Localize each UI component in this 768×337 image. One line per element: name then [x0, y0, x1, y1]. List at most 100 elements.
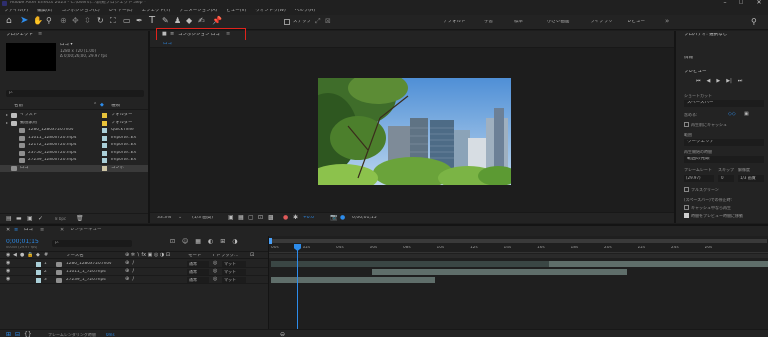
menu-item-view[interactable]: ビュー(V) — [226, 9, 246, 14]
trkmat-link-icon[interactable]: ◎ — [213, 277, 217, 282]
snap-checkbox[interactable] — [284, 19, 290, 25]
timeline-comp-tab[interactable]: ロゴ — [24, 228, 33, 233]
project-panel-title[interactable]: プロジェクト — [6, 33, 33, 38]
frame-blend-icon[interactable]: ▦ — [195, 239, 201, 247]
region-of-interest-icon[interactable]: ⊡ — [258, 215, 263, 221]
current-time[interactable]: 0;00;01;15 — [6, 239, 39, 245]
roto-brush-icon[interactable]: ✍ — [198, 17, 205, 25]
brush-tool-icon[interactable]: ✎ — [162, 17, 169, 25]
frame-rate-dropdown[interactable]: (29.97) — [684, 175, 714, 182]
bpc-label[interactable]: 8 bpc — [55, 217, 66, 221]
render-queue-tab[interactable]: レンダーキュー — [70, 228, 102, 233]
rectangle-tool-icon[interactable]: ▭ — [123, 17, 131, 25]
puppet-tool-icon[interactable]: 📌 — [212, 17, 222, 25]
show-snapshot-icon[interactable]: ● — [340, 215, 345, 221]
layer-bar-1[interactable] — [549, 261, 768, 267]
snap-extra-icon[interactable]: ⊠ — [325, 18, 331, 25]
project-item[interactable]: ▸ 動画素材 フォルダー — [0, 120, 148, 127]
exposure-reset-icon[interactable]: ✱ — [293, 215, 298, 221]
exposure-value[interactable]: +0.0 — [303, 216, 314, 221]
layer-switches-icon[interactable]: ⊕ ∕ — [125, 269, 134, 274]
graph-editor-icon[interactable]: ⊞ — [220, 239, 225, 247]
project-item[interactable]: 12172_1280x720.mp4 Importe..EX — [0, 142, 148, 149]
breadcrumb[interactable]: ロゴ — [163, 42, 172, 47]
column-name-header[interactable]: 名前 — [14, 104, 23, 109]
snap-options-icon[interactable]: ⤢ — [315, 18, 321, 25]
zoom-chevron-icon[interactable]: ⌄ — [178, 215, 182, 220]
zoom-out-timeline-icon[interactable]: ⊖ — [280, 332, 285, 337]
first-frame-icon[interactable]: ⏮ — [696, 79, 701, 87]
fast-preview-icon[interactable]: ▣ — [228, 215, 234, 221]
include-overlay-icon[interactable]: ▣ — [744, 112, 749, 117]
type-tool-icon[interactable]: T — [149, 16, 155, 26]
render-queue-close-icon[interactable]: ✕ — [60, 228, 64, 233]
menu-item-edit[interactable]: 編集(E) — [37, 9, 52, 14]
home-icon[interactable]: ⌂ — [6, 17, 12, 26]
layer-switches-icon[interactable]: ⊕ ∕ — [125, 261, 134, 266]
project-item-label-color[interactable] — [102, 165, 107, 171]
comp-time-navigator[interactable] — [269, 254, 768, 258]
fullscreen-checkbox[interactable] — [684, 187, 689, 192]
range-dropdown[interactable]: ワークエリア — [684, 139, 764, 146]
folder-expand-icon[interactable]: ▸ — [6, 113, 8, 117]
info-tab[interactable]: 情報 — [684, 56, 693, 61]
new-folder-icon[interactable]: ▬ — [16, 216, 22, 222]
workspace-small-screen[interactable]: 小さい画面 — [547, 20, 570, 25]
layer-label-color[interactable] — [36, 270, 41, 275]
pan-tool-icon[interactable]: ✥ — [72, 17, 79, 25]
toggle-layer-switches-icon[interactable]: ⊞ — [6, 332, 11, 337]
interpret-footage-icon[interactable]: ▤ — [6, 216, 12, 222]
layer-label-color[interactable] — [36, 278, 41, 283]
layer-name[interactable]: 11011_1_720.mp4 — [66, 270, 122, 274]
time-ruler[interactable]: 00s 02s 04s 06s 08s 10s 12s 14s 16s 18s 20s 22s 24s 2… — [269, 244, 768, 253]
work-area-start-marker[interactable] — [269, 238, 272, 244]
work-area-bar[interactable] — [271, 239, 767, 243]
delete-icon[interactable]: 🗑 — [76, 216, 84, 222]
layer-name[interactable]: 27239_1_720.mp4 — [66, 278, 122, 282]
menu-item-layer[interactable]: レイヤー(L) — [109, 9, 133, 14]
timeline-tab-menu-icon[interactable]: ≡ — [14, 228, 18, 233]
menu-item-animation[interactable]: アニメーション(A) — [179, 9, 217, 14]
viewer-timecode[interactable]: 0;00;01;15 — [352, 216, 377, 221]
sort-up-icon[interactable]: ⌃ — [93, 103, 97, 108]
orbit-tool-icon[interactable]: ⊕ — [60, 17, 67, 25]
current-time-indicator[interactable] — [297, 244, 298, 329]
cache-checkbox[interactable] — [684, 122, 689, 127]
timeline-layer-row[interactable]: ◉ 3 27239_1_720.mp4 ⊕ ∕ 通常 ◎ マット — [0, 276, 268, 284]
mode-header[interactable]: モード — [188, 254, 202, 259]
skip-dropdown[interactable]: 0 — [718, 175, 734, 182]
selection-tool-icon[interactable]: ➤ — [20, 16, 28, 26]
timeline-layer-row[interactable]: ◉ 1 1280_1280x720.mov ⊕ ∕ 通常 ◎ マット — [0, 260, 268, 268]
settings-icon[interactable]: ✓ — [38, 216, 43, 222]
move-time-checkbox[interactable] — [684, 213, 689, 218]
next-frame-icon[interactable]: ▶| — [726, 79, 732, 87]
workspace-review[interactable]: レビュー — [627, 20, 645, 25]
shortcut-dropdown[interactable]: スペースバー — [684, 100, 764, 107]
project-item-label-color[interactable] — [102, 158, 107, 163]
resolution-setting-dropdown[interactable]: 1/3 画質 — [738, 175, 764, 182]
shy-icon[interactable]: ☺ — [182, 239, 188, 247]
dolly-tool-icon[interactable]: ⇳ — [84, 17, 91, 25]
layer-visibility-icon[interactable]: ◉ — [6, 277, 10, 282]
comp-tab-options-icon[interactable]: ≡ — [226, 32, 230, 37]
project-item[interactable]: 23750_1280x720.mp4 Importe..EX — [0, 150, 148, 157]
project-item[interactable]: 1280_1280x720.mov QuickTime — [0, 127, 148, 134]
resolution-dropdown[interactable]: (1/3 画質) — [192, 216, 213, 221]
workspace-learn[interactable]: 学習 — [484, 20, 493, 25]
column-type-header[interactable]: 種類 — [111, 104, 120, 109]
rotate-tool-icon[interactable]: ↻ — [97, 17, 104, 25]
menu-item-help[interactable]: ヘルプ(H) — [295, 9, 315, 14]
stamp-tool-icon[interactable]: ♟ — [174, 17, 181, 25]
anchor-tool-icon[interactable]: ⛶ — [110, 17, 116, 25]
snapshot-icon[interactable]: 📷 — [330, 215, 337, 221]
menu-item-composition[interactable]: コンポジション(C) — [61, 9, 99, 14]
new-comp-icon[interactable]: ▣ — [27, 216, 33, 222]
eraser-tool-icon[interactable]: ◆ — [186, 17, 192, 25]
timeline-layer-row[interactable]: ◉ 2 11011_1_720.mp4 ⊕ ∕ 通常 ◎ マット — [0, 268, 268, 276]
if-cache-checkbox[interactable] — [684, 205, 689, 210]
menu-item-file[interactable]: ファイル(F) — [4, 9, 28, 14]
workspace-default[interactable]: デフォルト — [443, 20, 466, 25]
properties-title[interactable]: プロパティ: 選択なし — [684, 33, 727, 38]
project-item[interactable]: ▸ イラスト フォルダー — [0, 112, 148, 119]
zoom-tool-icon[interactable]: ⚲ — [46, 17, 52, 25]
